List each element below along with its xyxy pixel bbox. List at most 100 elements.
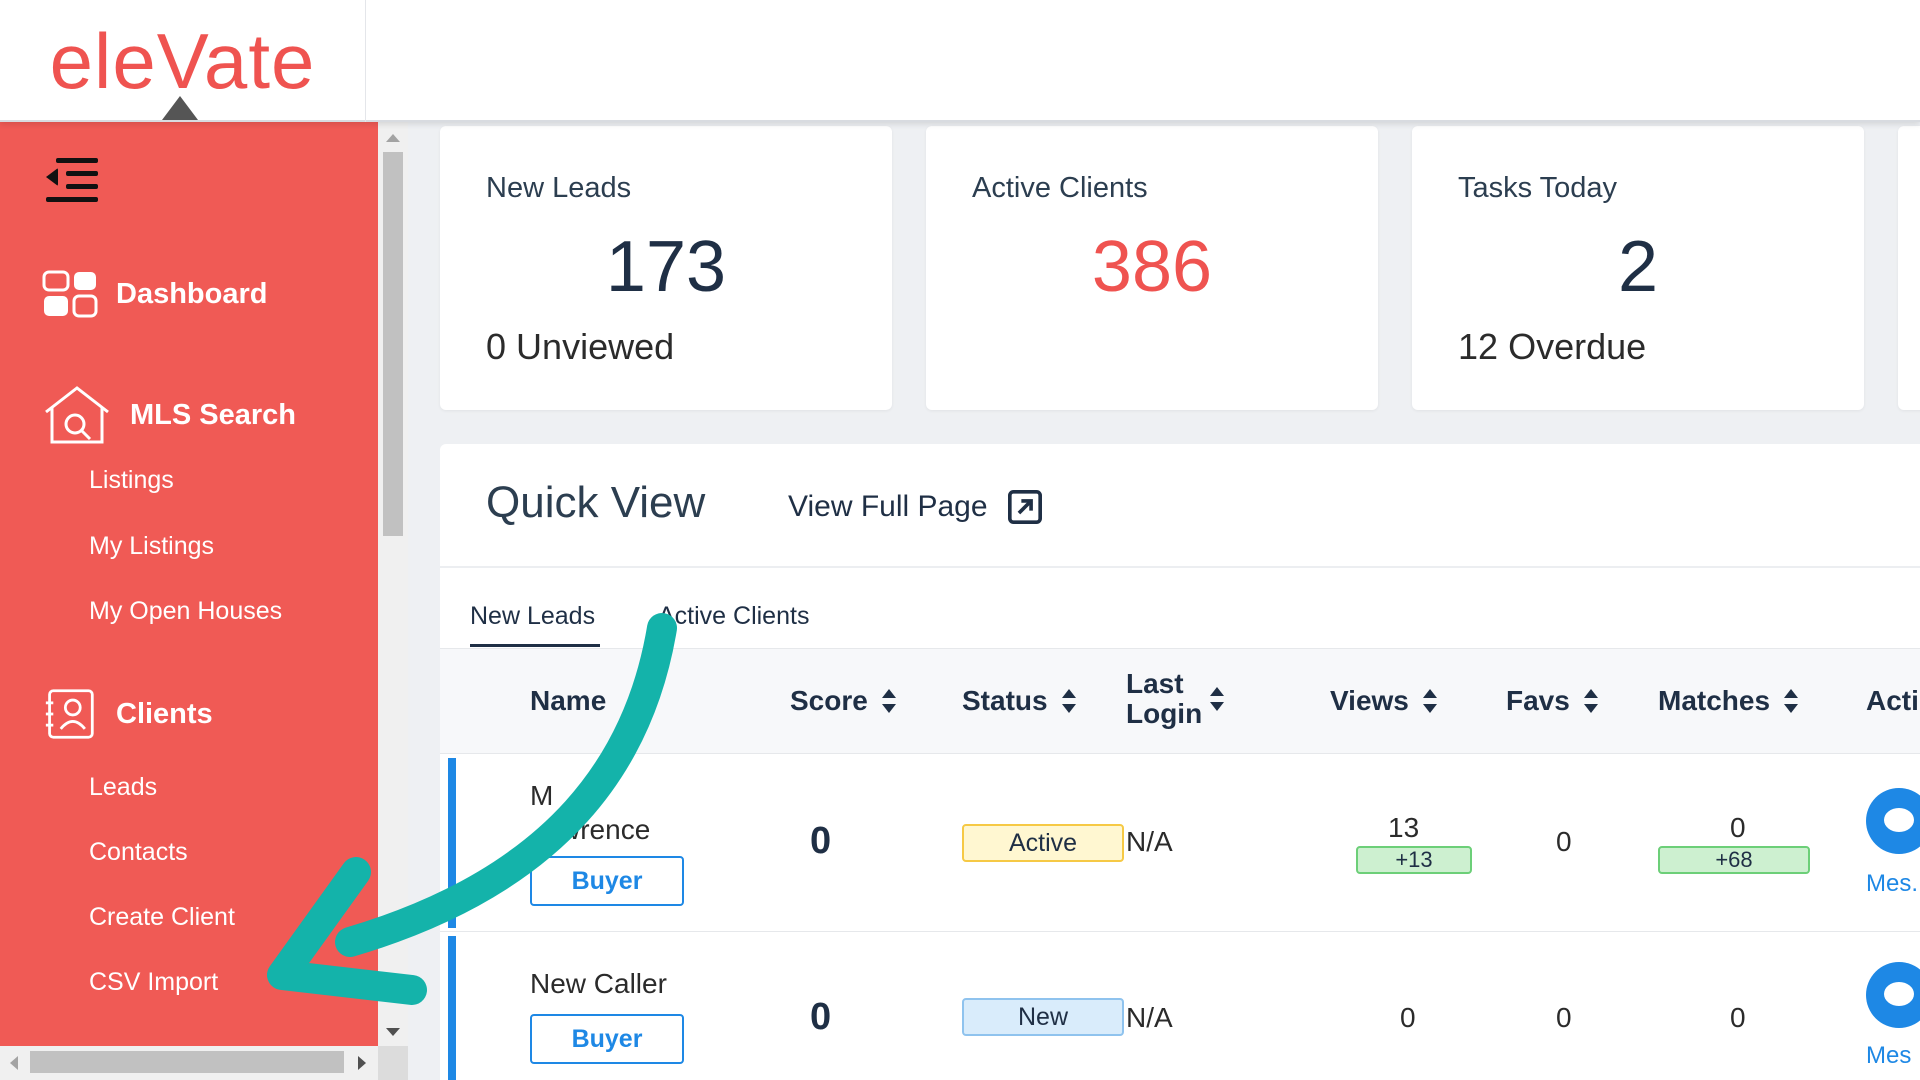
stat-card-value: 173 bbox=[605, 227, 727, 307]
lead-name-line2[interactable]: wrence bbox=[560, 814, 650, 846]
logo-triangle-icon bbox=[161, 96, 198, 120]
stat-sub-count: 0 bbox=[486, 326, 507, 367]
sidebar-vertical-scrollbar[interactable] bbox=[378, 122, 408, 1046]
sidebar-item-label: MLS Search bbox=[130, 398, 296, 431]
column-header-status[interactable]: Status bbox=[962, 685, 1076, 717]
column-label: Name bbox=[530, 685, 607, 716]
scroll-left-arrow-icon[interactable] bbox=[10, 1056, 18, 1070]
stat-card-active-clients[interactable]: Active Clients 386 bbox=[926, 126, 1378, 410]
sort-icon bbox=[1422, 689, 1437, 713]
scroll-thumb[interactable] bbox=[383, 152, 403, 536]
stat-card-title: Active Clients bbox=[972, 172, 1148, 204]
sidebar-item-leads[interactable]: Leads bbox=[89, 773, 157, 802]
sidebar: Dashboard MLS Search Listings My Listing… bbox=[0, 122, 378, 1046]
menu-collapse-icon[interactable] bbox=[46, 156, 98, 202]
column-label: Matches bbox=[1658, 685, 1771, 716]
views-delta-badge: +13 bbox=[1356, 846, 1472, 874]
favs-value: 0 bbox=[1556, 826, 1572, 857]
column-header-actions[interactable]: Acti bbox=[1866, 685, 1919, 717]
sidebar-item-my-listings[interactable]: My Listings bbox=[89, 532, 214, 561]
matches-delta-badge: +68 bbox=[1658, 846, 1810, 874]
top-header: eleVate bbox=[0, 0, 1920, 122]
stat-card-title: New Leads bbox=[486, 172, 632, 204]
stat-card-value: 2 bbox=[1617, 227, 1659, 307]
stat-card-tasks-today[interactable]: Tasks Today 2 12 Overdue bbox=[1412, 126, 1864, 410]
stat-card-value: 386 bbox=[1091, 227, 1213, 307]
scroll-down-arrow-icon[interactable] bbox=[386, 1028, 400, 1036]
house-search-icon bbox=[45, 386, 109, 444]
clients-icon bbox=[45, 689, 94, 739]
matches-value: 0 bbox=[1730, 812, 1746, 843]
message-icon[interactable] bbox=[1866, 788, 1920, 854]
sort-icon bbox=[1210, 687, 1224, 711]
table-row[interactable]: New Caller Buyer 0 New N/A 0 0 0 Mes bbox=[440, 932, 1920, 1080]
column-header-last-login[interactable]: Last Login bbox=[1126, 669, 1224, 729]
scrollbar-corner bbox=[378, 1046, 408, 1080]
last-login-value: N/A bbox=[1126, 826, 1173, 857]
stat-sub-label: Unviewed bbox=[516, 326, 675, 367]
status-badge: Active bbox=[962, 824, 1124, 862]
column-header-name[interactable]: Name bbox=[530, 685, 606, 717]
stat-card-title: Tasks Today bbox=[1458, 172, 1618, 204]
lead-name-line1[interactable]: M bbox=[530, 780, 553, 812]
column-label: Score bbox=[790, 685, 868, 716]
column-label: Views bbox=[1330, 685, 1409, 716]
scroll-right-arrow-icon[interactable] bbox=[358, 1056, 366, 1070]
external-link-icon bbox=[1007, 490, 1042, 524]
elevate-logo: eleVate bbox=[50, 22, 316, 120]
stat-card-partial bbox=[1898, 126, 1920, 410]
stat-sub-count: 12 bbox=[1458, 326, 1499, 367]
stat-card-subtext: 0 Unviewed bbox=[486, 326, 674, 368]
table-row[interactable]: M wrence Buyer 0 Active N/A 13 +13 0 0 +… bbox=[440, 754, 1920, 932]
lead-score: 0 bbox=[810, 996, 832, 1038]
message-label[interactable]: Mes. bbox=[1866, 870, 1918, 898]
quick-view-title: Quick View bbox=[486, 478, 706, 527]
column-label: Acti bbox=[1866, 685, 1919, 716]
column-header-views[interactable]: Views bbox=[1330, 685, 1437, 717]
sidebar-item-listings[interactable]: Listings bbox=[89, 466, 174, 495]
buyer-button[interactable]: Buyer bbox=[530, 1014, 684, 1064]
sidebar-item-csv-import[interactable]: CSV Import bbox=[89, 968, 218, 997]
message-label[interactable]: Mes bbox=[1866, 1042, 1911, 1070]
message-icon[interactable] bbox=[1866, 962, 1920, 1028]
stat-card-new-leads[interactable]: New Leads 173 0 Unviewed bbox=[440, 126, 892, 410]
dashboard-icon bbox=[42, 270, 98, 318]
logo-area[interactable]: eleVate bbox=[0, 0, 366, 122]
last-login-value: N/A bbox=[1126, 1002, 1173, 1033]
sort-icon bbox=[881, 689, 896, 713]
active-tab-indicator bbox=[470, 644, 600, 647]
column-header-matches[interactable]: Matches bbox=[1658, 685, 1799, 717]
column-label: Last Login bbox=[1126, 668, 1203, 729]
lead-score: 0 bbox=[810, 820, 832, 862]
sidebar-item-create-client[interactable]: Create Client bbox=[89, 903, 235, 932]
view-full-page-link[interactable]: View Full Page bbox=[788, 490, 1042, 524]
table-header: Name Score Status Last Login Views Favs … bbox=[440, 648, 1920, 754]
row-accent-bar bbox=[448, 758, 456, 928]
column-header-score[interactable]: Score bbox=[790, 685, 896, 717]
column-label: Status bbox=[962, 685, 1048, 716]
divider bbox=[440, 566, 1920, 568]
sidebar-item-my-open-houses[interactable]: My Open Houses bbox=[89, 597, 282, 626]
favs-value: 0 bbox=[1556, 1002, 1572, 1033]
row-accent-bar bbox=[448, 936, 456, 1080]
tab-active-clients[interactable]: Active Clients bbox=[658, 602, 809, 631]
sidebar-item-mls-search[interactable]: MLS Search bbox=[42, 384, 296, 446]
sidebar-horizontal-scrollbar[interactable] bbox=[0, 1046, 378, 1080]
column-header-favs[interactable]: Favs bbox=[1506, 685, 1598, 717]
scroll-thumb[interactable] bbox=[30, 1051, 344, 1073]
sidebar-item-dashboard[interactable]: Dashboard bbox=[42, 268, 267, 320]
stat-card-subtext: 12 Overdue bbox=[1458, 326, 1646, 368]
stat-sub-label: Overdue bbox=[1508, 326, 1647, 367]
sort-icon bbox=[1784, 689, 1799, 713]
sidebar-item-label: Clients bbox=[116, 697, 213, 730]
tab-new-leads[interactable]: New Leads bbox=[470, 602, 595, 631]
app-window: eleVate Dashboard MLS Search Listings My… bbox=[0, 0, 1920, 1080]
scroll-up-arrow-icon[interactable] bbox=[386, 134, 400, 142]
sidebar-item-contacts[interactable]: Contacts bbox=[89, 838, 188, 867]
buyer-button[interactable]: Buyer bbox=[530, 856, 684, 906]
sort-icon bbox=[1061, 689, 1076, 713]
lead-name[interactable]: New Caller bbox=[530, 968, 667, 1000]
sidebar-item-clients[interactable]: Clients bbox=[42, 688, 213, 740]
view-full-page-label: View Full Page bbox=[788, 490, 988, 523]
sort-icon bbox=[1583, 689, 1598, 713]
